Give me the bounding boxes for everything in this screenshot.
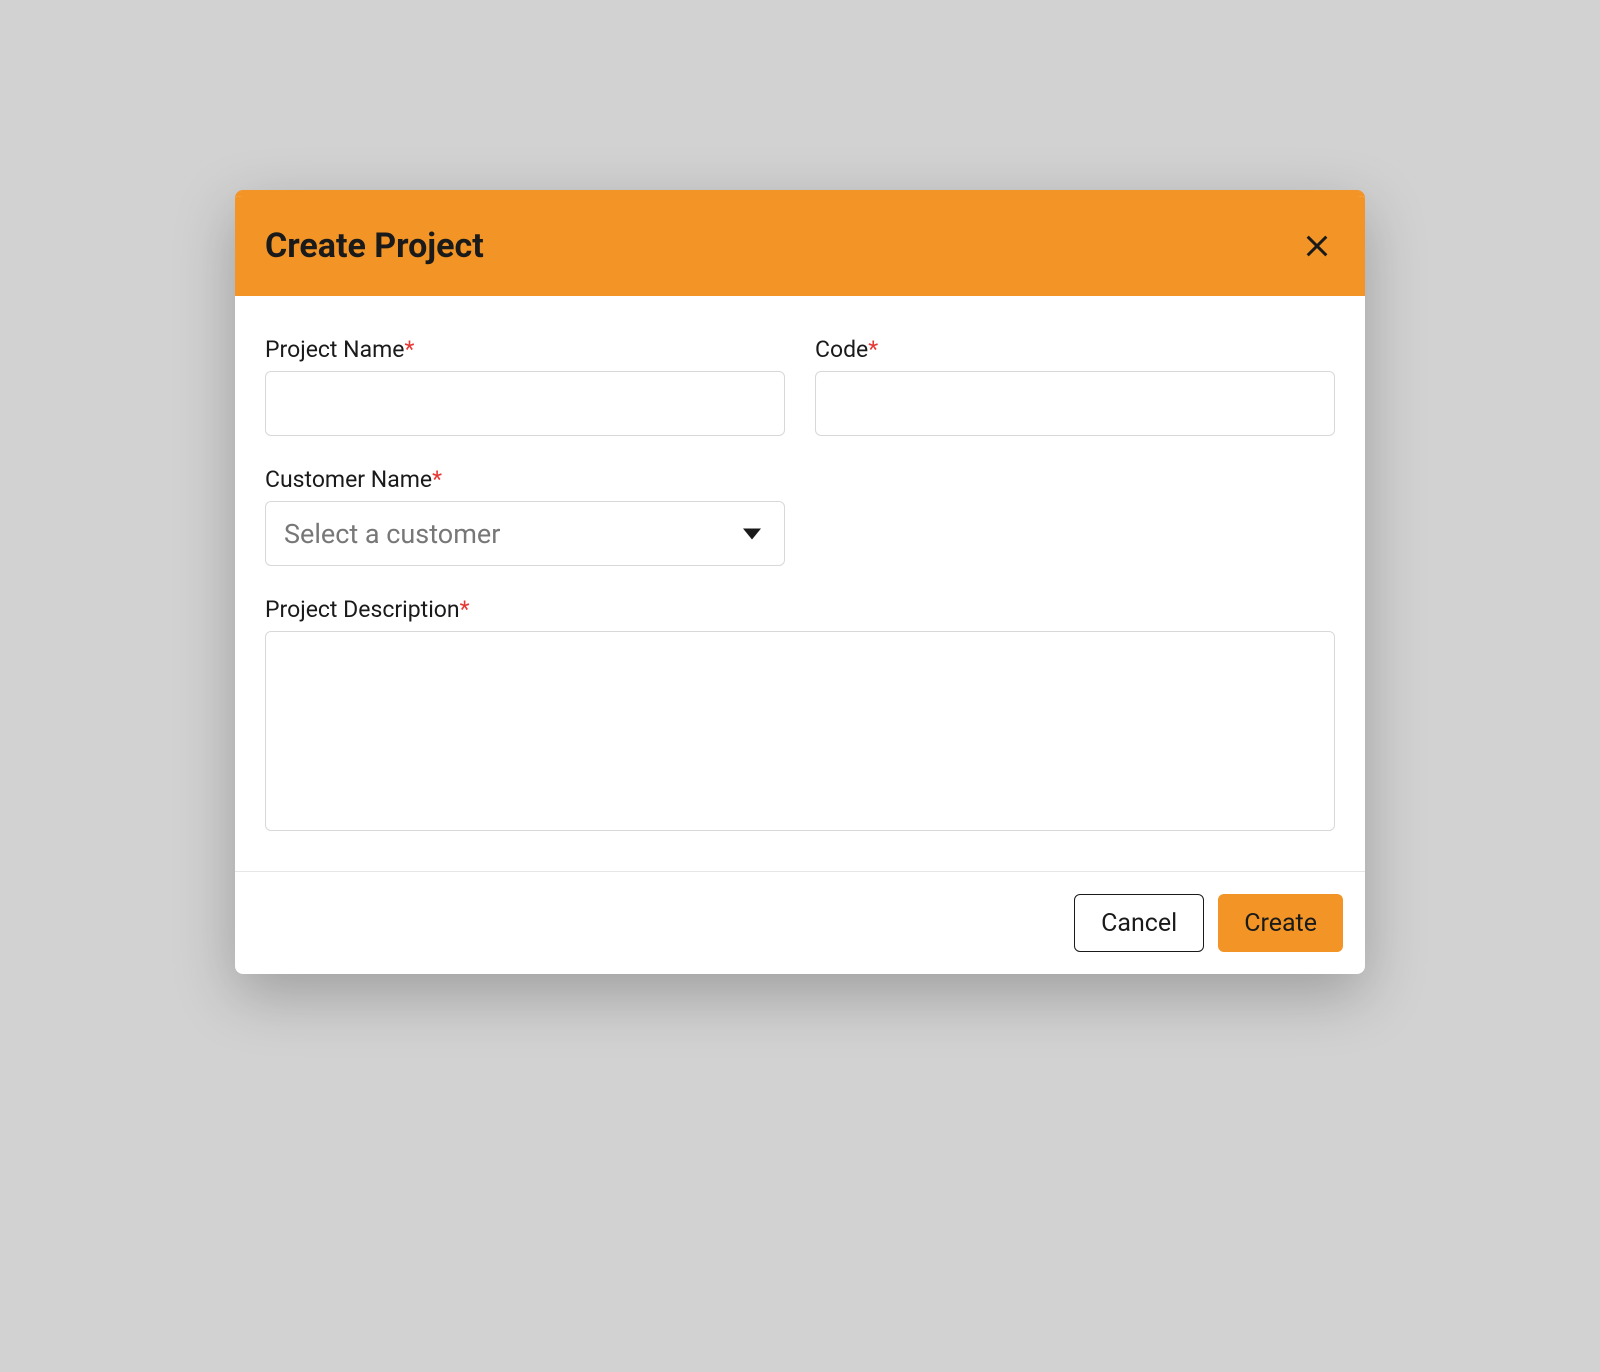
modal-body: Project Name* Code* Customer Name* Selec… xyxy=(235,296,1365,871)
project-name-input[interactable] xyxy=(265,371,785,436)
modal-title: Create Project xyxy=(265,226,484,266)
code-label: Code* xyxy=(815,336,1335,363)
required-mark: * xyxy=(432,466,442,493)
project-description-label: Project Description* xyxy=(265,596,1335,623)
customer-name-group: Customer Name* Select a customer xyxy=(265,466,785,566)
create-button[interactable]: Create xyxy=(1218,894,1343,952)
customer-name-select[interactable]: Select a customer xyxy=(265,501,785,566)
project-name-label: Project Name* xyxy=(265,336,785,363)
project-description-textarea[interactable] xyxy=(265,631,1335,831)
required-mark: * xyxy=(868,336,878,363)
modal-footer: Cancel Create xyxy=(235,871,1365,974)
project-name-group: Project Name* xyxy=(265,336,785,436)
code-input[interactable] xyxy=(815,371,1335,436)
close-button[interactable] xyxy=(1299,228,1335,264)
project-description-group: Project Description* xyxy=(265,596,1335,831)
code-group: Code* xyxy=(815,336,1335,436)
required-mark: * xyxy=(460,596,470,623)
required-mark: * xyxy=(404,336,414,363)
modal-header: Create Project xyxy=(235,196,1365,296)
close-icon xyxy=(1303,232,1331,260)
create-project-modal: Create Project Project Name* Code* xyxy=(235,190,1365,974)
cancel-button[interactable]: Cancel xyxy=(1074,894,1204,952)
customer-name-label: Customer Name* xyxy=(265,466,785,493)
